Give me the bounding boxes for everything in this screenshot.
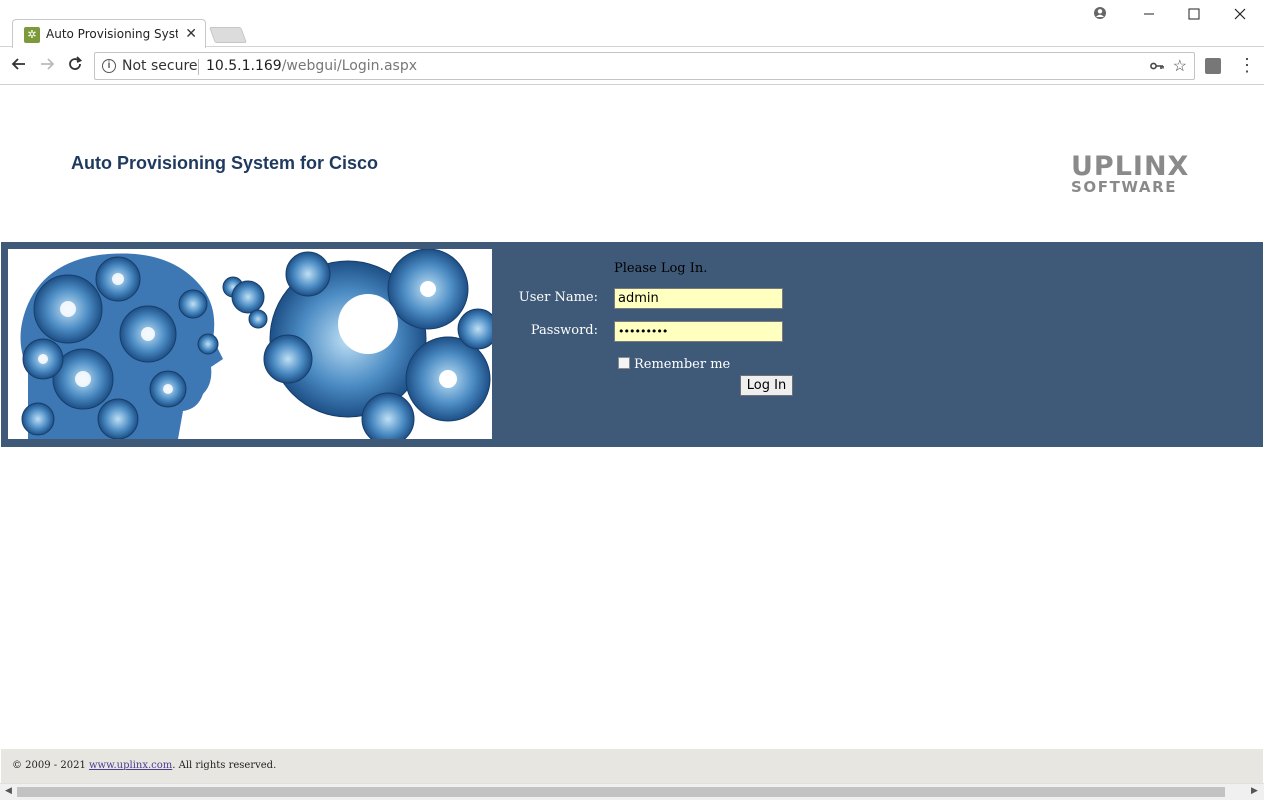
- address-bar[interactable]: i Not secure 10.5.1.169/webgui/Login.asp…: [94, 52, 1195, 80]
- scroll-right-icon[interactable]: ▶: [1251, 785, 1258, 796]
- tab-title: Auto Provisioning System for Cisco: [46, 27, 178, 41]
- remember-me-label[interactable]: Remember me: [634, 357, 730, 372]
- omnibox-divider: [198, 59, 199, 75]
- scrollbar-thumb[interactable]: [17, 787, 1225, 797]
- url-host: 10.5.1.169: [206, 58, 282, 74]
- uplinx-link[interactable]: www.uplinx.com: [89, 760, 172, 771]
- username-input[interactable]: admin: [614, 288, 783, 309]
- browser-titlebar: ✲ Auto Provisioning System for Cisco ✕: [0, 0, 1264, 48]
- profile-icon[interactable]: [1089, 4, 1111, 26]
- key-icon[interactable]: [1150, 58, 1164, 74]
- security-indicator[interactable]: Not secure: [122, 58, 198, 74]
- browser-menu-icon[interactable]: ⋮: [1238, 55, 1256, 76]
- url-text[interactable]: 10.5.1.169/webgui/Login.aspx: [206, 58, 417, 74]
- reload-icon[interactable]: [64, 55, 86, 77]
- logo-top-text: UPLINX: [1071, 151, 1190, 182]
- maximize-icon[interactable]: [1183, 4, 1205, 26]
- extension-icon[interactable]: [1205, 58, 1221, 74]
- url-path: /webgui/Login.aspx: [281, 58, 417, 74]
- password-label: Password:: [530, 323, 598, 338]
- login-heading: Please Log In.: [614, 261, 708, 276]
- remember-me-checkbox[interactable]: [618, 357, 630, 369]
- copyright-suffix: . All rights reserved.: [172, 760, 277, 771]
- horizontal-scrollbar[interactable]: ◀ ▶: [0, 783, 1264, 800]
- bookmark-star-icon[interactable]: ☆: [1173, 56, 1187, 76]
- new-tab-button[interactable]: [209, 27, 247, 43]
- password-input[interactable]: •••••••••: [614, 321, 783, 342]
- browser-toolbar: i Not secure 10.5.1.169/webgui/Login.asp…: [0, 48, 1264, 85]
- gears-head-banner-image: [8, 249, 492, 439]
- minimize-icon[interactable]: [1138, 4, 1160, 26]
- username-label: User Name:: [518, 290, 598, 305]
- gear-favicon-icon: ✲: [24, 27, 40, 43]
- close-window-icon[interactable]: [1229, 4, 1251, 26]
- copyright-text: © 2009 - 2021 www.uplinx.com. All rights…: [12, 760, 276, 771]
- login-button[interactable]: Log In: [740, 375, 793, 396]
- forward-arrow-icon[interactable]: [36, 55, 58, 77]
- page-title: Auto Provisioning System for Cisco: [71, 153, 379, 173]
- copyright-prefix: © 2009 - 2021: [12, 760, 89, 771]
- tab-close-icon[interactable]: ✕: [185, 25, 197, 42]
- uplinx-logo: UPLINX SOFTWARE: [1071, 151, 1190, 196]
- back-arrow-icon[interactable]: [8, 55, 30, 77]
- logo-bottom-text: SOFTWARE: [1071, 178, 1178, 196]
- browser-tab[interactable]: ✲ Auto Provisioning System for Cisco ✕: [12, 19, 206, 48]
- page-footer: © 2009 - 2021 www.uplinx.com. All rights…: [1, 749, 1263, 783]
- scroll-left-icon[interactable]: ◀: [5, 785, 12, 796]
- info-icon[interactable]: i: [102, 59, 116, 73]
